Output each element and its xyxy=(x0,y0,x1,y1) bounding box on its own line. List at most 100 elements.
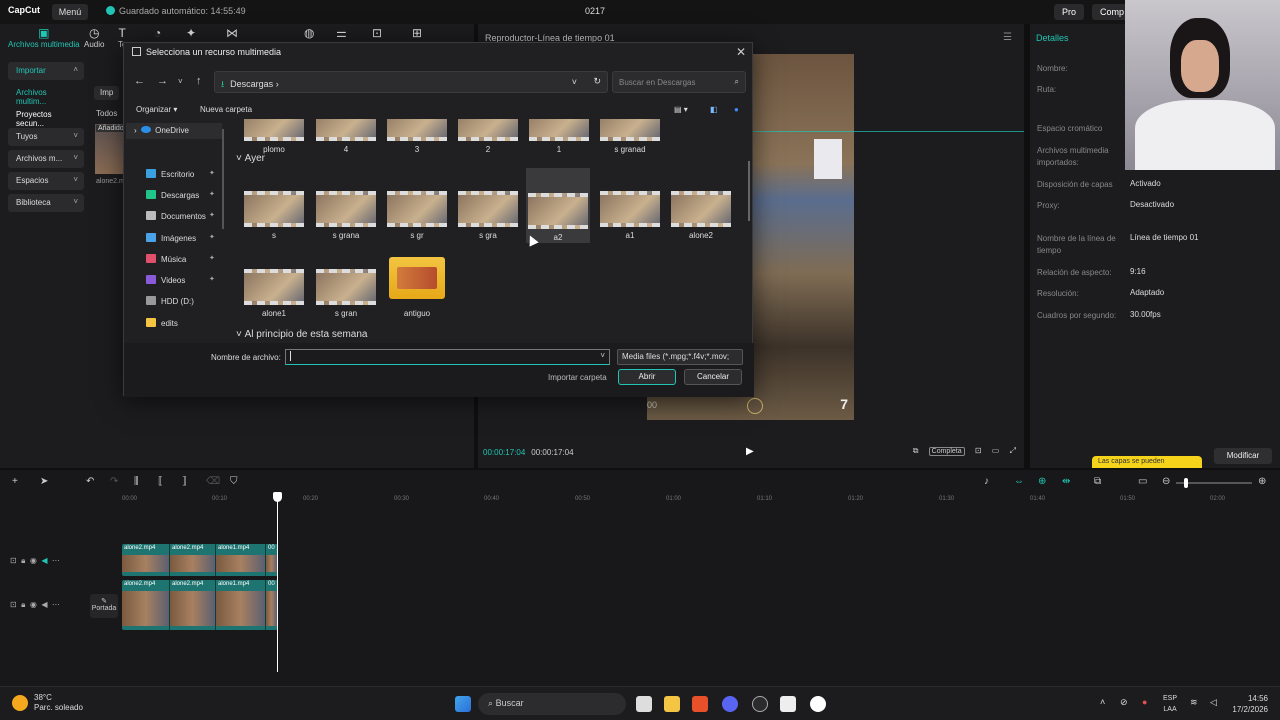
sidebar-item-library[interactable]: Biblioteca ˅ xyxy=(8,194,84,212)
up-arrow-icon[interactable]: ↑ xyxy=(196,75,202,87)
trim-right-icon[interactable]: ⟧ xyxy=(182,476,187,487)
cover-button[interactable]: ✎ Portada xyxy=(90,594,118,618)
undo-icon[interactable]: ↶ xyxy=(86,476,94,487)
sidebar-item-spaces[interactable]: Espacios ˅ xyxy=(8,172,84,190)
more-icon[interactable]: ⋯ xyxy=(52,556,60,565)
file-tile[interactable]: alone1 xyxy=(242,269,306,318)
file-tile[interactable]: a1 xyxy=(598,191,662,240)
tool-ai[interactable]: ⊞ xyxy=(412,26,422,40)
file-tile[interactable]: s xyxy=(242,191,306,240)
windows-start-icon[interactable] xyxy=(455,696,471,712)
file-tile[interactable]: 4 xyxy=(314,119,378,154)
open-button[interactable]: Abrir xyxy=(618,369,676,385)
detail-value[interactable]: Desactivado xyxy=(1130,200,1174,209)
cancel-button[interactable]: Cancelar xyxy=(684,369,742,385)
zoom-handle[interactable] xyxy=(1184,478,1188,488)
pro-button[interactable]: Pro xyxy=(1054,4,1084,20)
time-ruler[interactable]: 00:00 00:10 00:20 00:30 00:40 00:50 01:0… xyxy=(120,494,1280,506)
filter-all[interactable]: Todos xyxy=(96,109,117,118)
redo-icon[interactable]: ↷ xyxy=(110,476,118,487)
organize-button[interactable]: Organizar ▾ xyxy=(136,105,177,114)
nav-item-videos[interactable]: Videos ✦ xyxy=(146,275,215,285)
tool-transitions[interactable]: ⋈ xyxy=(226,26,238,40)
sidebar-item-import[interactable]: Importar ˄ xyxy=(8,62,84,80)
volume-icon[interactable]: ◁ xyxy=(1210,697,1217,708)
timeline-clip[interactable]: alone2.mp4 xyxy=(170,544,216,576)
tool-effects[interactable]: ✦ xyxy=(186,26,196,40)
file-tile[interactable]: 2 xyxy=(456,119,520,154)
folder-tile[interactable]: antiguo xyxy=(385,257,449,318)
preview-axis-icon[interactable]: ⧉ xyxy=(1094,476,1101,487)
sidebar-item-yours[interactable]: Tuyos ˅ xyxy=(8,128,84,146)
menu-button[interactable]: Menú xyxy=(52,4,88,20)
tool-audio[interactable]: ◷ Audio xyxy=(84,26,104,49)
chevron-down-icon[interactable]: ˅ xyxy=(600,351,605,360)
view-options-icon[interactable]: ▤ ▾ xyxy=(674,105,688,114)
new-folder-button[interactable]: Nueva carpeta xyxy=(200,105,252,114)
track-icon[interactable]: ⊡ xyxy=(10,600,17,609)
lock-icon[interactable]: 🔒︎ xyxy=(21,556,25,565)
language-indicator[interactable]: ESP LAA xyxy=(1163,693,1177,715)
shield-icon[interactable]: ⛉ xyxy=(230,476,238,487)
zoom-icon[interactable]: ⊡ xyxy=(975,446,982,455)
zoom-slider[interactable] xyxy=(1176,478,1252,488)
capcut-icon[interactable] xyxy=(780,696,796,712)
import-folder-button[interactable]: Importar carpeta xyxy=(548,373,607,382)
zoom-out-icon[interactable]: ⊖ xyxy=(1162,476,1170,487)
nav-item-onedrive[interactable]: › OneDrive xyxy=(126,123,222,139)
nav-scrollbar[interactable] xyxy=(222,129,224,229)
eye-icon[interactable]: ◉ xyxy=(30,556,37,565)
lock-icon[interactable]: 🔒︎ xyxy=(21,600,25,609)
sidebar-item-media[interactable]: Archivos multim... xyxy=(8,84,84,106)
file-list-scrollbar[interactable] xyxy=(748,161,750,221)
help-icon[interactable]: ● xyxy=(734,105,739,114)
more-icon[interactable]: ⋯ xyxy=(52,600,60,609)
group-header-week[interactable]: ˅ Al principio de esta semana xyxy=(236,329,367,340)
tool-filters[interactable]: ◍ xyxy=(304,26,314,40)
timeline-clip[interactable]: alone1.mp4 xyxy=(216,580,266,630)
nav-item-music[interactable]: Música ✦ xyxy=(146,254,215,264)
project-name[interactable]: 0217 xyxy=(585,6,605,16)
close-icon[interactable]: ✕ xyxy=(736,45,746,59)
add-icon[interactable]: + xyxy=(12,476,18,487)
select-icon[interactable]: ➤ xyxy=(40,476,48,487)
file-tile[interactable]: s granad xyxy=(598,119,662,154)
filename-input[interactable]: ˅ xyxy=(285,349,610,365)
group-header-yesterday[interactable]: ˅ Ayer xyxy=(236,153,265,164)
magnet-icon[interactable]: ⊕ xyxy=(1038,476,1046,487)
fullscreen-icon[interactable]: ⤢ xyxy=(1010,446,1016,455)
track-icon[interactable]: ⊡ xyxy=(10,556,17,565)
split-icon[interactable]: ⫼ xyxy=(134,476,139,487)
media-player-icon[interactable] xyxy=(810,696,826,712)
task-view-icon[interactable] xyxy=(636,696,652,712)
tool-adjust[interactable]: ⚌ xyxy=(336,26,347,40)
file-tile-selected[interactable]: a2 xyxy=(526,168,590,243)
audio-toggle-icon[interactable]: ◀ xyxy=(41,600,47,609)
hamburger-icon[interactable]: ☰ xyxy=(1003,32,1012,43)
tool-templates[interactable]: ⊡ xyxy=(372,26,382,40)
back-arrow-icon[interactable]: ← xyxy=(134,75,145,87)
play-icon[interactable]: ▶ xyxy=(746,446,754,457)
zoom-in-icon[interactable]: ⊕ xyxy=(1258,476,1266,487)
file-tile[interactable]: 1 xyxy=(527,119,591,154)
crop-icon[interactable]: ⧉ xyxy=(913,446,919,455)
nav-item-hdd[interactable]: HDD (D:) xyxy=(146,296,194,306)
detail-value[interactable]: Activado xyxy=(1130,179,1161,188)
timeline-clip[interactable]: alone2.mp4 xyxy=(122,544,170,576)
microphone-icon[interactable]: ♪ xyxy=(984,476,989,487)
nav-item-edits[interactable]: edits xyxy=(146,318,178,328)
address-bar[interactable]: ⭳ Descargas › ˅ ↻ xyxy=(214,71,608,93)
sidebar-item-media-files[interactable]: Archivos m... ˅ xyxy=(8,150,84,168)
link-icon[interactable]: ⇔ xyxy=(1014,476,1024,487)
import-tab[interactable]: Imp xyxy=(94,86,120,100)
taskbar-search[interactable]: ⌕ Buscar xyxy=(478,693,626,715)
playhead[interactable] xyxy=(273,492,282,672)
file-explorer-icon[interactable] xyxy=(664,696,680,712)
sidebar-item-subprojects[interactable]: Proyectos secun... xyxy=(8,106,84,128)
file-tile[interactable]: s gr xyxy=(385,191,449,240)
caption-icon[interactable]: ▭ xyxy=(1138,476,1147,487)
weather-widget[interactable]: 38°C Parc. soleado xyxy=(12,693,83,713)
file-tile[interactable]: s gran xyxy=(314,269,378,318)
preview-pane-icon[interactable]: ◧ xyxy=(710,105,718,114)
delete-icon[interactable]: ⌫ xyxy=(206,476,220,487)
